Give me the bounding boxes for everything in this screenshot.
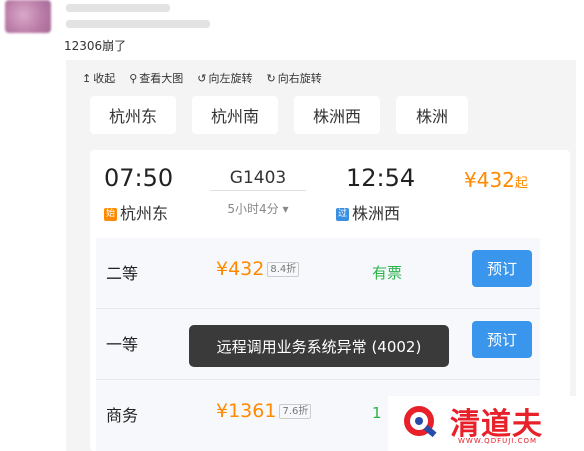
departure-time: 07:50 <box>104 164 174 192</box>
duration-text: 5小时4分 <box>227 202 279 216</box>
station-button[interactable]: 株洲 <box>396 96 468 134</box>
seat-price: ¥432 8.4折 <box>216 258 300 280</box>
arrival-station: 过株洲西 <box>336 200 400 224</box>
price-from-value: ¥432 <box>464 168 515 192</box>
rotate-left-icon: ↺ <box>197 71 207 85</box>
watermark: 清道夫 WWW.QDFUJI.COM <box>388 396 584 451</box>
caret-down-icon: ▾ <box>282 202 289 216</box>
price-from-suffix: 起 <box>514 176 528 191</box>
seat-class: 一等 <box>106 335 139 354</box>
seat-price-value: ¥1361 <box>216 400 277 422</box>
post-text: 12306崩了 <box>64 39 127 53</box>
rotate-right-button[interactable]: ↻ 向右旋转 <box>267 70 322 86</box>
availability: 1 <box>372 404 382 422</box>
price-from: ¥432起 <box>464 168 528 192</box>
rotate-right-label: 向右旋转 <box>277 72 322 85</box>
rotate-right-icon: ↻ <box>266 71 276 85</box>
collapse-icon: ↥ <box>82 71 92 85</box>
search-icon: ⚲ <box>129 71 138 85</box>
seat-price-value: ¥432 <box>216 258 265 280</box>
collapse-button[interactable]: ↥ 收起 <box>82 70 115 86</box>
view-large-label: 查看大图 <box>139 72 184 85</box>
timestamp-blurred <box>66 20 210 28</box>
arrival-time: 12:54 <box>346 164 416 192</box>
station-filter: 杭州东 杭州南 株洲西 株洲 <box>90 96 468 134</box>
station-button[interactable]: 杭州南 <box>192 96 278 134</box>
rotate-left-button[interactable]: ↺ 向左旋转 <box>197 70 252 86</box>
watermark-logo-icon <box>404 406 437 438</box>
departure-station: 始杭州东 <box>104 200 168 224</box>
arrival-station-name: 株洲西 <box>352 204 401 223</box>
username-blurred <box>66 4 170 12</box>
seat-class: 二等 <box>106 264 139 283</box>
seat-row: 二等 ¥432 8.4折 有票 预订 <box>96 238 540 309</box>
departure-station-name: 杭州东 <box>120 204 169 223</box>
view-large-button[interactable]: ⚲ 查看大图 <box>129 70 183 86</box>
book-button[interactable]: 预订 <box>472 250 532 287</box>
station-button[interactable]: 杭州东 <box>90 96 176 134</box>
route-line <box>210 190 306 191</box>
seat-price: ¥1361 7.6折 <box>216 400 312 422</box>
collapse-label: 收起 <box>93 72 116 85</box>
error-toast: 远程调用业务系统异常 (4002) <box>189 325 449 367</box>
watermark-url: WWW.QDFUJI.COM <box>458 437 538 445</box>
rotate-left-label: 向左旋转 <box>208 72 253 85</box>
avatar[interactable] <box>5 0 51 33</box>
duration-toggle[interactable]: 5小时4分 ▾ <box>210 200 306 217</box>
image-card: ↥ 收起 ⚲ 查看大图 ↺ 向左旋转 ↻ 向右旋转 杭州东 杭州南 株洲西 株洲… <box>66 60 576 451</box>
image-toolbar: ↥ 收起 ⚲ 查看大图 ↺ 向左旋转 ↻ 向右旋转 <box>82 70 322 86</box>
train-number: G1403 <box>229 168 287 188</box>
origin-badge: 始 <box>104 208 117 221</box>
availability: 有票 <box>372 264 403 282</box>
seat-class: 商务 <box>106 406 139 425</box>
discount-badge: 8.4折 <box>267 262 300 277</box>
book-button[interactable]: 预订 <box>472 321 532 358</box>
station-button[interactable]: 株洲西 <box>294 96 380 134</box>
discount-badge: 7.6折 <box>279 404 312 419</box>
pass-badge: 过 <box>336 208 349 221</box>
